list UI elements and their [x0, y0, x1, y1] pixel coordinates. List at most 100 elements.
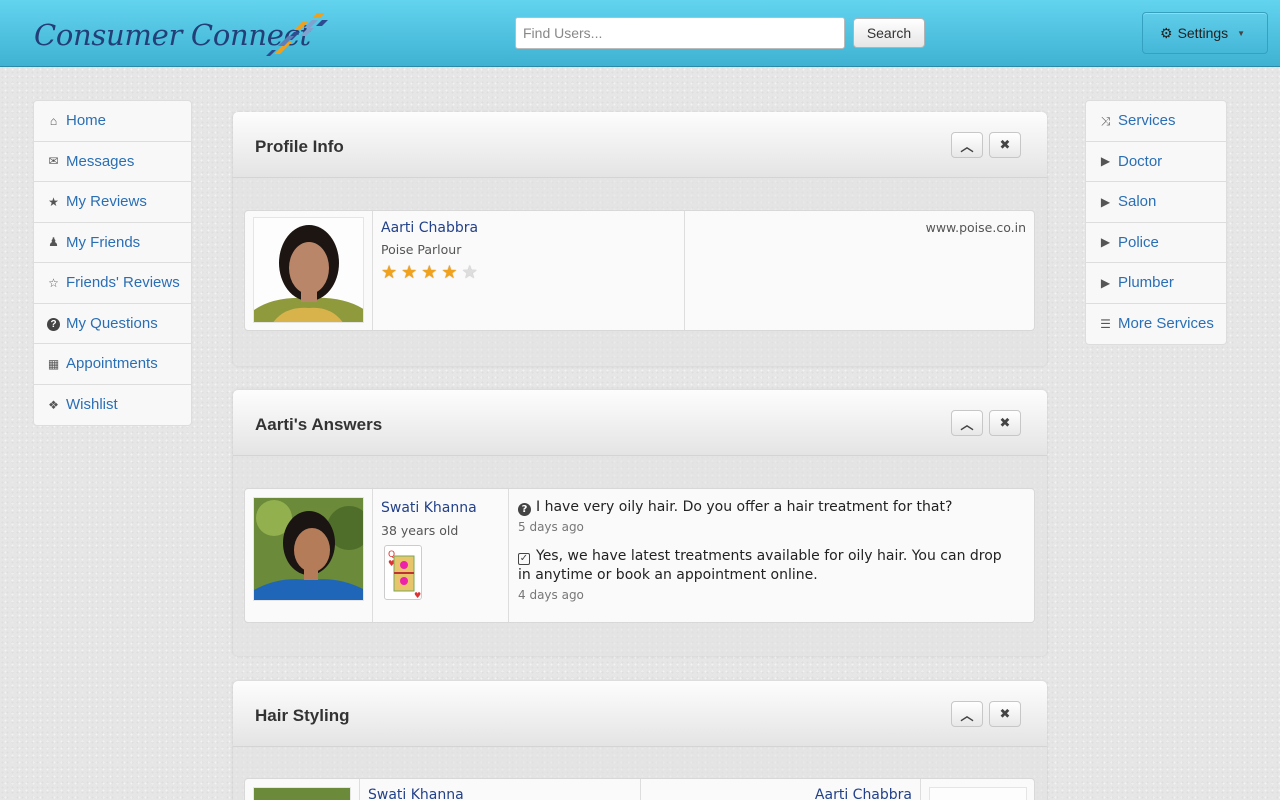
nav-label: My Friends: [66, 233, 141, 251]
rating-stars[interactable]: ★ ★ ★ ★ ★: [381, 264, 478, 282]
logo-icon[interactable]: [264, 12, 330, 58]
star-empty-icon: ★: [461, 262, 478, 283]
close-button[interactable]: ✖: [989, 132, 1021, 158]
divider: [508, 489, 509, 622]
nav-item-salon[interactable]: ▶ Salon: [1086, 182, 1226, 223]
nav-label: Police: [1118, 233, 1159, 251]
profile-name-link[interactable]: Aarti Chabbra: [381, 220, 478, 236]
divider: [640, 779, 641, 800]
top-navbar: Consumer Connect Search ⚙ Settings ▼: [0, 0, 1280, 67]
chevron-up-icon: ︿: [960, 139, 974, 155]
nav-item-wishlist[interactable]: ❖ Wishlist: [34, 385, 191, 426]
avatar-aarti: [254, 218, 363, 322]
user-photo[interactable]: [929, 787, 1027, 800]
gear-icon: ⚙: [1160, 24, 1173, 41]
user-name-link[interactable]: Swati Khanna: [368, 787, 464, 800]
play-icon: ▶: [1100, 275, 1111, 290]
nav-item-my-friends[interactable]: ♟ My Friends: [34, 223, 191, 263]
panel-header: Profile Info ︿ ✖: [233, 112, 1047, 178]
question-text: I have very oily hair. Do you offer a ha…: [536, 499, 953, 515]
website-link[interactable]: www.poise.co.in: [926, 220, 1026, 235]
nav-label: Services: [1118, 112, 1176, 130]
shuffle-icon: ⤨: [1100, 113, 1111, 128]
styling-card: Swati Khanna Aarti Chabbra: [244, 778, 1035, 800]
question-circle-icon: ?: [518, 503, 531, 516]
nav-item-my-questions[interactable]: ? My Questions: [34, 304, 191, 344]
answers-panel: Aarti's Answers ︿ ✖ Swati Khanna 38 year…: [233, 390, 1047, 656]
profile-photo[interactable]: [253, 217, 364, 323]
user-name-link[interactable]: Aarti Chabbra: [815, 787, 912, 800]
nav-item-friends-reviews[interactable]: ☆ Friends' Reviews: [34, 263, 191, 304]
user-icon: ♟: [48, 235, 59, 250]
asker-photo[interactable]: [253, 497, 364, 601]
nav-item-more-services[interactable]: ☰ More Services: [1086, 304, 1226, 345]
divider: [359, 779, 360, 800]
avatar-aarti-small: [930, 788, 1026, 800]
star-filled-icon: ★: [381, 262, 398, 283]
nav-label: Friends' Reviews: [66, 274, 180, 292]
answer-block: ✓ Yes, we have latest treatments availabl…: [518, 547, 1018, 605]
search-users-input[interactable]: [515, 17, 845, 49]
nav-label: Appointments: [66, 355, 158, 373]
nav-item-home[interactable]: ⌂ Home: [34, 101, 191, 142]
nav-label: My Reviews: [66, 193, 147, 211]
panel-header: Hair Styling ︿ ✖: [233, 681, 1047, 747]
home-icon: ⌂: [49, 113, 58, 128]
nav-item-police[interactable]: ▶ Police: [1086, 223, 1226, 263]
envelope-icon: ✉: [48, 154, 59, 169]
list-icon: ☰: [1100, 316, 1111, 331]
close-icon: ✖: [999, 706, 1011, 722]
close-button[interactable]: ✖: [989, 410, 1021, 436]
profile-info-panel: Profile Info ︿ ✖ Aarti Chabbra Poise Par…: [233, 112, 1047, 366]
settings-label: Settings: [1177, 25, 1229, 41]
search-button[interactable]: Search: [853, 18, 925, 48]
check-square-icon: ✓: [518, 552, 530, 565]
panel-title: Hair Styling: [255, 706, 350, 725]
star-outline-icon: ☆: [48, 275, 59, 290]
divider: [920, 779, 921, 800]
business-name: Poise Parlour: [381, 242, 462, 257]
svg-text:♥: ♥: [414, 591, 421, 600]
collapse-button[interactable]: ︿: [951, 701, 983, 727]
calendar-icon: ▦: [47, 356, 60, 371]
divider: [684, 211, 685, 330]
profile-card: Aarti Chabbra Poise Parlour ★ ★ ★ ★ ★ ww…: [244, 210, 1035, 331]
nav-item-plumber[interactable]: ▶ Plumber: [1086, 263, 1226, 304]
avatar-swati: [254, 498, 363, 600]
nav-item-services[interactable]: ⤨ Services: [1086, 101, 1226, 142]
collapse-button[interactable]: ︿: [951, 410, 983, 436]
play-icon: ▶: [1100, 235, 1111, 250]
divider: [372, 489, 373, 622]
close-icon: ✖: [999, 415, 1011, 431]
nav-label: Salon: [1118, 193, 1157, 211]
nav-label: Home: [66, 112, 107, 130]
nav-label: Plumber: [1118, 274, 1174, 292]
question-circle-icon: ?: [46, 316, 61, 331]
asker-name-link[interactable]: Swati Khanna: [381, 500, 477, 516]
asker-age: 38 years old: [381, 523, 459, 538]
avatar-swati-small: [254, 788, 350, 800]
queen-of-hearts-card-icon: Q ♥ ♥: [384, 545, 422, 600]
nav-item-messages[interactable]: ✉ Messages: [34, 142, 191, 182]
star-filled-icon: ★: [441, 262, 458, 283]
user-photo[interactable]: [253, 787, 351, 800]
play-icon: ▶: [1100, 194, 1111, 209]
question-block: ? I have very oily hair. Do you offer a h…: [518, 498, 1018, 537]
chevron-up-icon: ︿: [960, 417, 974, 433]
answer-card: Swati Khanna 38 years old Q ♥ ♥ ? I have …: [244, 488, 1035, 623]
nav-label: Doctor: [1118, 152, 1163, 170]
nav-item-appointments[interactable]: ▦ Appointments: [34, 344, 191, 385]
answer-text: Yes, we have latest treatments available…: [518, 548, 1002, 583]
nav-item-my-reviews[interactable]: ★ My Reviews: [34, 182, 191, 223]
nav-label: My Questions: [66, 314, 158, 332]
caret-down-icon: ▼: [1237, 28, 1246, 38]
collapse-button[interactable]: ︿: [951, 132, 983, 158]
close-button[interactable]: ✖: [989, 701, 1021, 727]
left-sidebar-nav: ⌂ Home ✉ Messages ★ My Reviews ♟ My Friends …: [33, 100, 192, 426]
star-filled-icon: ★: [401, 262, 418, 283]
divider: [372, 211, 373, 330]
settings-dropdown[interactable]: ⚙ Settings ▼: [1142, 12, 1268, 54]
panel-header: Aarti's Answers ︿ ✖: [233, 390, 1047, 456]
chevron-up-icon: ︿: [960, 708, 974, 724]
nav-item-doctor[interactable]: ▶ Doctor: [1086, 142, 1226, 182]
